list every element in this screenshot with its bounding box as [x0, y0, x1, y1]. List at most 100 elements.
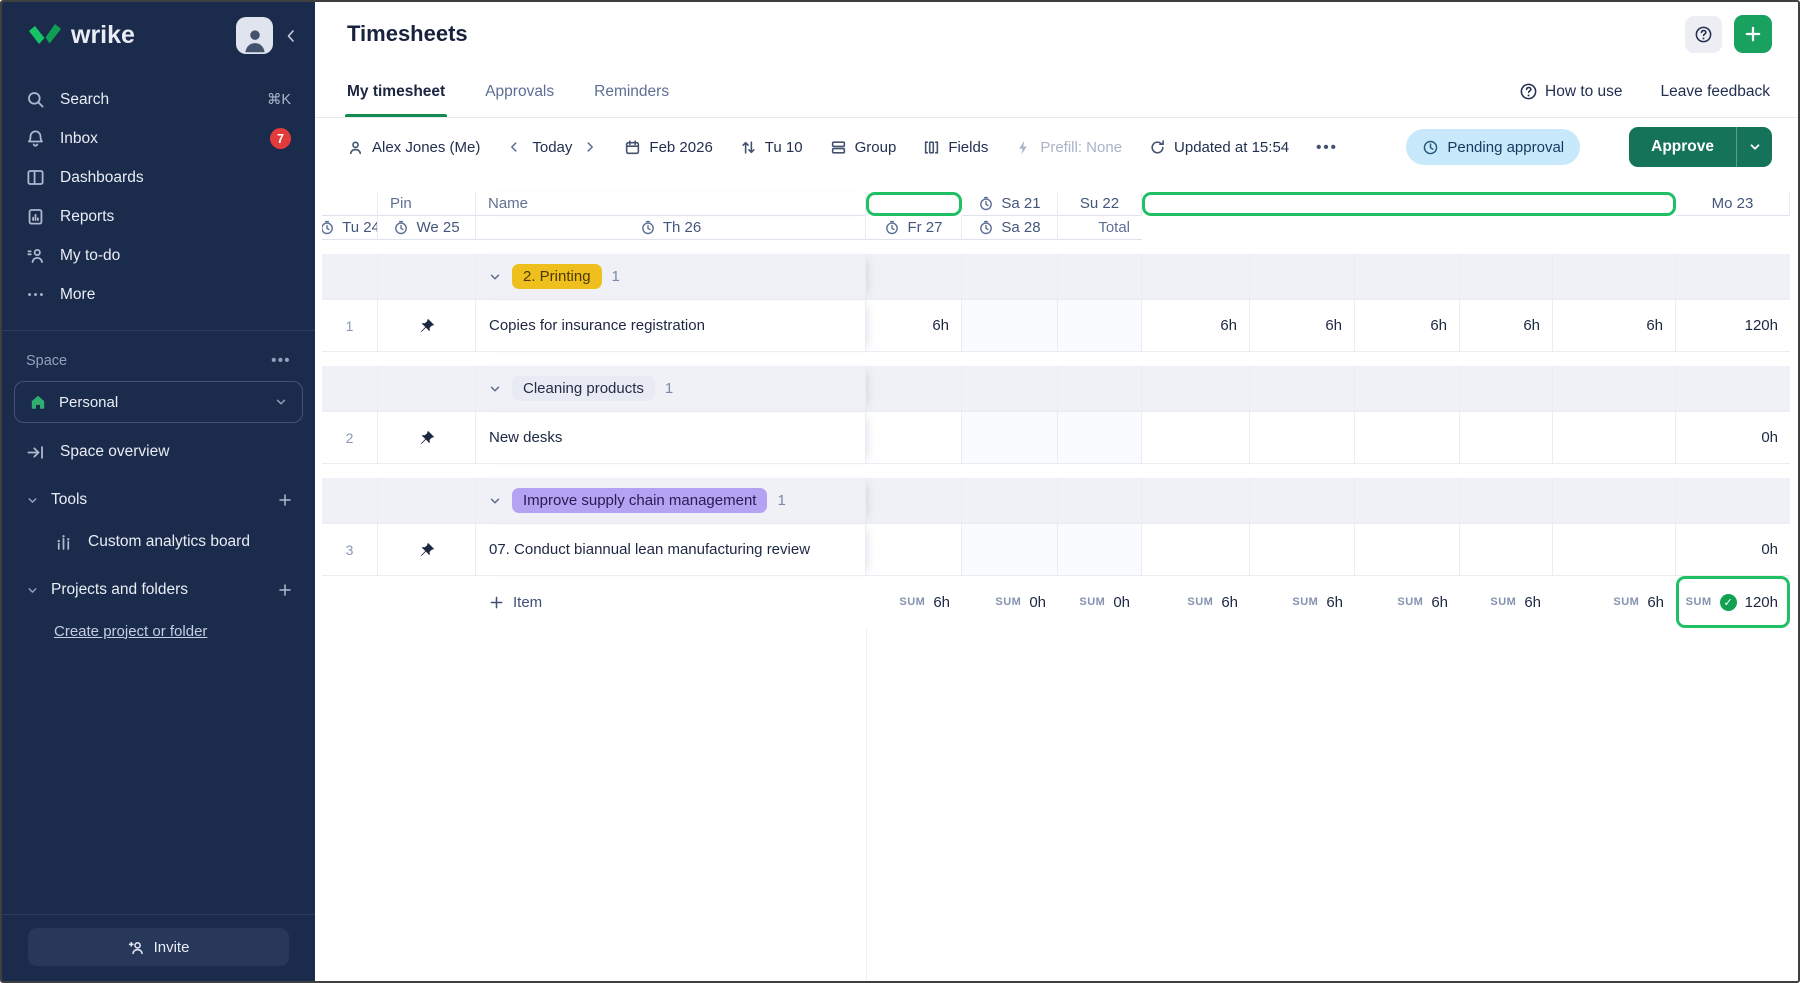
- time-entry-cell[interactable]: 6h: [1553, 300, 1676, 352]
- chevron-down-icon[interactable]: [488, 494, 502, 508]
- time-entry-cell[interactable]: [1460, 412, 1553, 464]
- time-entry-cell[interactable]: [1142, 412, 1250, 464]
- sidebar-item-search[interactable]: Search ⌘K: [2, 80, 315, 119]
- sidebar-item-space-overview[interactable]: Space overview: [2, 431, 315, 473]
- create-project-or-folder-link[interactable]: Create project or folder: [2, 611, 315, 651]
- sidebar-collapse-icon[interactable]: [283, 28, 299, 44]
- chevron-down-icon[interactable]: [488, 382, 502, 396]
- column-header-sa-21[interactable]: Sa 21: [962, 192, 1058, 216]
- how-to-use-link[interactable]: How to use: [1519, 82, 1623, 101]
- time-entry-cell[interactable]: 6h: [1250, 300, 1355, 352]
- leave-feedback-link[interactable]: Leave feedback: [1661, 82, 1770, 101]
- group-name-cell[interactable]: Cleaning products1: [476, 366, 866, 412]
- time-entry-cell[interactable]: [1142, 524, 1250, 576]
- fields-control[interactable]: Fields: [923, 139, 988, 156]
- sidebar-item-inbox[interactable]: Inbox 7: [2, 119, 315, 158]
- time-entry-cell[interactable]: [1355, 412, 1460, 464]
- time-entry-cell[interactable]: [962, 412, 1058, 464]
- group-name-cell[interactable]: Improve supply chain management1: [476, 478, 866, 524]
- wrike-logo[interactable]: wrike: [28, 21, 135, 50]
- column-header-we-25[interactable]: We 25: [378, 216, 476, 240]
- column-header-name[interactable]: Name: [476, 192, 866, 216]
- chevron-right-icon[interactable]: [583, 140, 597, 154]
- time-entry-cell[interactable]: [1058, 412, 1142, 464]
- task-name-cell[interactable]: Copies for insurance registration: [476, 300, 866, 352]
- tab-my-timesheet[interactable]: My timesheet: [347, 66, 445, 117]
- group-name-cell[interactable]: 2. Printing 1: [476, 254, 866, 300]
- chevron-down-icon[interactable]: [488, 270, 502, 284]
- tab-approvals[interactable]: Approvals: [485, 66, 554, 117]
- time-entry-cell[interactable]: [866, 524, 962, 576]
- column-header-su-22[interactable]: Su 22: [1058, 192, 1142, 216]
- column-header-tu-24[interactable]: Tu 24: [322, 216, 378, 240]
- sidebar-section-projects-and-folders[interactable]: Projects and folders: [2, 569, 315, 611]
- group-header-row[interactable]: 2. Printing 1: [322, 254, 1790, 300]
- add-tool-icon[interactable]: [277, 492, 293, 508]
- tabs-bar: My timesheet Approvals Reminders How to …: [315, 66, 1798, 118]
- group-badge[interactable]: 2. Printing: [512, 264, 602, 289]
- group-header-row[interactable]: Improve supply chain management1: [322, 478, 1790, 524]
- sidebar-section-tools[interactable]: Tools: [2, 479, 315, 521]
- column-header-mo-23[interactable]: Mo 23: [1676, 192, 1790, 216]
- group-header-row[interactable]: Cleaning products1: [322, 366, 1790, 412]
- column-header-total[interactable]: Total: [1058, 216, 1142, 240]
- chevron-left-icon[interactable]: [507, 140, 521, 154]
- time-entry-cell[interactable]: [962, 524, 1058, 576]
- sidebar-item-dashboards[interactable]: Dashboards: [2, 158, 315, 197]
- day-sum-cell: SUM6h: [866, 576, 962, 628]
- column-header-sa-28[interactable]: Sa 28: [962, 216, 1058, 240]
- task-pin-cell[interactable]: [378, 300, 476, 352]
- group-badge[interactable]: Cleaning products: [512, 376, 655, 401]
- main-content: Timesheets My timesheet Approvals Remind…: [315, 2, 1798, 981]
- time-entry-cell[interactable]: [1460, 524, 1553, 576]
- time-entry-cell[interactable]: [1058, 524, 1142, 576]
- space-selector-personal[interactable]: Personal: [14, 381, 303, 423]
- chevron-down-icon: [26, 494, 39, 507]
- column-header-th-26[interactable]: Th 26: [476, 216, 866, 240]
- time-entry-cell[interactable]: 6h: [866, 300, 962, 352]
- prefill-control[interactable]: Prefill: None: [1015, 139, 1122, 156]
- group-badge[interactable]: Improve supply chain management: [512, 488, 767, 513]
- approve-dropdown-button[interactable]: [1736, 127, 1772, 167]
- time-entry-cell[interactable]: 6h: [1142, 300, 1250, 352]
- task-pin-cell[interactable]: [378, 412, 476, 464]
- invite-button[interactable]: Invite: [28, 928, 289, 966]
- time-entry-cell[interactable]: [1553, 412, 1676, 464]
- task-name-cell[interactable]: New desks: [476, 412, 866, 464]
- time-entry-cell[interactable]: [1250, 412, 1355, 464]
- time-entry-cell[interactable]: [962, 300, 1058, 352]
- time-entry-cell[interactable]: [1250, 524, 1355, 576]
- more-actions-icon[interactable]: •••: [1316, 139, 1338, 156]
- time-entry-cell[interactable]: 6h: [1460, 300, 1553, 352]
- group-day-cell: [962, 478, 1058, 524]
- add-project-icon[interactable]: [277, 582, 293, 598]
- task-name-cell[interactable]: 07. Conduct biannual lean manufacturing …: [476, 524, 866, 576]
- sidebar-item-more[interactable]: More: [2, 275, 315, 314]
- avatar[interactable]: [236, 17, 273, 54]
- tab-reminders[interactable]: Reminders: [594, 66, 669, 117]
- group-count: 1: [612, 268, 620, 285]
- updated-status[interactable]: Updated at 15:54: [1149, 139, 1289, 156]
- space-menu-icon[interactable]: •••: [271, 353, 291, 369]
- sidebar-item-my-todo[interactable]: My to-do: [2, 236, 315, 275]
- add-item-button[interactable]: Item: [488, 594, 542, 611]
- time-entry-cell[interactable]: [1553, 524, 1676, 576]
- column-header-pin[interactable]: Pin: [378, 192, 476, 216]
- column-header-fr-27[interactable]: Fr 27: [866, 216, 962, 240]
- time-entry-cell[interactable]: 6h: [1355, 300, 1460, 352]
- time-entry-cell[interactable]: [1355, 524, 1460, 576]
- approve-button[interactable]: Approve: [1629, 127, 1736, 167]
- task-pin-cell[interactable]: [378, 524, 476, 576]
- sidebar-item-reports[interactable]: Reports: [2, 197, 315, 236]
- create-timesheet-entry-button[interactable]: [1734, 15, 1772, 53]
- time-entry-cell[interactable]: [1058, 300, 1142, 352]
- sidebar-item-custom-analytics-board[interactable]: Custom analytics board: [2, 521, 315, 563]
- sort-control[interactable]: Tu 10: [740, 139, 803, 156]
- group-control[interactable]: Group: [830, 139, 897, 156]
- month-picker[interactable]: Feb 2026: [624, 139, 712, 156]
- sidebar-menu: Search ⌘K Inbox 7 Dashboards Reports My …: [2, 80, 315, 314]
- today-button[interactable]: Today: [532, 139, 572, 156]
- time-entry-cell[interactable]: [866, 412, 962, 464]
- user-filter[interactable]: Alex Jones (Me): [347, 139, 480, 156]
- help-button[interactable]: [1685, 16, 1722, 53]
